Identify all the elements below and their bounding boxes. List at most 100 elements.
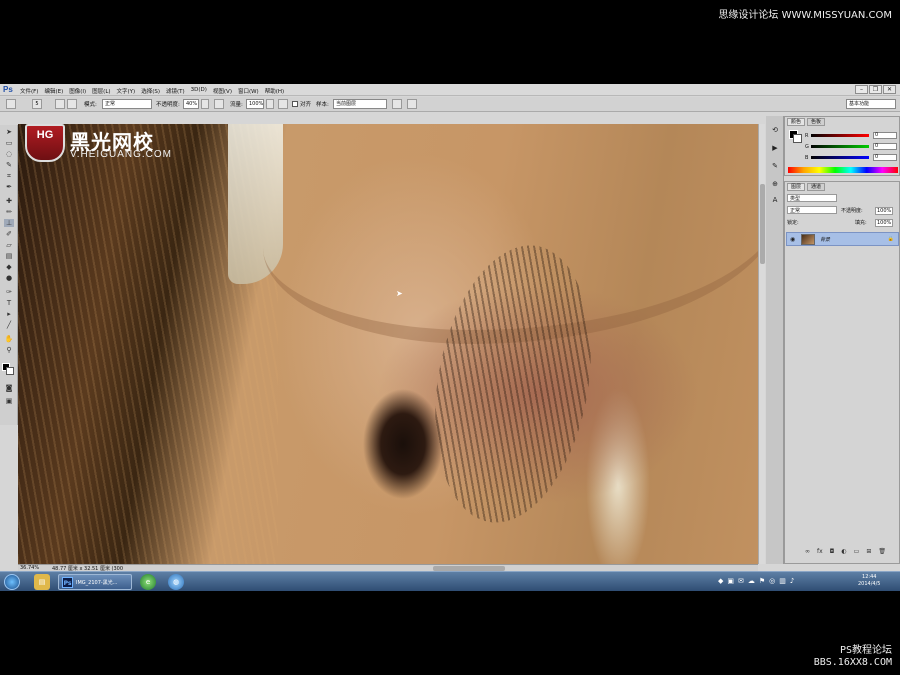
zoom-tool-icon[interactable]: ⚲ xyxy=(4,346,14,354)
opacity-input[interactable]: 40% xyxy=(183,99,199,109)
slider-b[interactable] xyxy=(811,156,869,159)
flow-dropdown-icon[interactable] xyxy=(266,99,274,109)
layer-name[interactable]: 背景 xyxy=(820,236,830,243)
layer-kind-filter[interactable]: 类型 xyxy=(787,194,837,202)
flow-input[interactable]: 100% xyxy=(246,99,264,109)
blur-tool-icon[interactable]: ◆ xyxy=(4,263,14,271)
browser-360-icon[interactable]: e xyxy=(140,574,156,590)
menu-view[interactable]: 视图(V) xyxy=(213,87,232,95)
menu-3d[interactable]: 3D(D) xyxy=(191,87,207,95)
value-r[interactable]: 0 xyxy=(873,132,897,139)
tab-swatches[interactable]: 色板 xyxy=(807,118,826,126)
background-color-swatch[interactable] xyxy=(6,367,14,375)
menu-help[interactable]: 帮助(H) xyxy=(265,87,284,95)
airbrush-icon[interactable] xyxy=(278,99,288,109)
close-button[interactable]: ✕ xyxy=(883,85,896,94)
link-icon[interactable]: ∞ xyxy=(805,548,810,555)
taskbar-photoshop[interactable]: Ps IMG_2107-黑光... xyxy=(58,574,132,590)
pen-tool-icon[interactable]: ✑ xyxy=(4,288,14,296)
fx-icon[interactable]: fx xyxy=(817,548,823,555)
lasso-tool-icon[interactable]: ◌ xyxy=(4,150,14,158)
panel-background-swatch[interactable] xyxy=(793,134,802,143)
tray-icon-6[interactable]: ◎ xyxy=(769,577,775,585)
fill-input[interactable]: 100% xyxy=(875,219,894,227)
history-panel-icon[interactable]: ⟲ xyxy=(770,126,780,136)
menu-layer[interactable]: 图层(L) xyxy=(92,87,110,95)
shape-tool-icon[interactable]: ╱ xyxy=(4,321,14,329)
tray-icon-5[interactable]: ⚑ xyxy=(759,577,765,585)
history-brush-tool-icon[interactable]: ✐ xyxy=(4,230,14,238)
brush-tool-icon[interactable]: ✏ xyxy=(4,208,14,216)
ie-icon[interactable]: ◍ xyxy=(168,574,184,590)
tray-icon-2[interactable]: ▣ xyxy=(727,577,734,585)
crop-tool-icon[interactable]: ⌗ xyxy=(4,172,14,180)
brush-panel-icon[interactable] xyxy=(55,99,65,109)
tab-layers[interactable]: 图层 xyxy=(787,183,806,191)
mask-icon[interactable]: ◘ xyxy=(830,548,835,555)
gradient-tool-icon[interactable]: ▤ xyxy=(4,252,14,260)
group-icon[interactable]: ▭ xyxy=(854,548,860,555)
blend-mode-select[interactable]: 正常 xyxy=(787,206,837,214)
workspace-select[interactable]: 基本功能 xyxy=(846,99,896,109)
explorer-icon[interactable]: ▤ xyxy=(34,574,50,590)
quick-mask-icon[interactable]: ◙ xyxy=(4,384,14,392)
menu-filter[interactable]: 滤镜(T) xyxy=(166,87,185,95)
clone-stamp-icon[interactable] xyxy=(6,99,16,109)
trash-icon[interactable]: 🗑 xyxy=(878,548,886,555)
eraser-tool-icon[interactable]: ▱ xyxy=(4,241,14,249)
pressure-opacity-icon[interactable] xyxy=(214,99,224,109)
value-g[interactable]: 0 xyxy=(873,143,897,150)
tool-presets-panel-icon[interactable]: A xyxy=(770,196,780,206)
slider-r[interactable] xyxy=(811,134,869,137)
clone-source-panel-icon[interactable]: ⊕ xyxy=(770,180,780,190)
hand-tool-icon[interactable]: ✋ xyxy=(4,335,14,343)
network-icon[interactable]: ▥ xyxy=(779,577,786,585)
tab-channels[interactable]: 通道 xyxy=(807,183,826,191)
marquee-tool-icon[interactable]: ▭ xyxy=(4,139,14,147)
ignore-adjustment-icon[interactable] xyxy=(392,99,402,109)
menu-type[interactable]: 文字(Y) xyxy=(117,87,136,95)
menu-file[interactable]: 文件(F) xyxy=(20,87,38,95)
minimize-button[interactable]: – xyxy=(855,85,868,94)
tray-icon-1[interactable]: ◆ xyxy=(718,577,723,585)
quick-select-tool-icon[interactable]: ✎ xyxy=(4,161,14,169)
mode-select[interactable]: 正常 xyxy=(102,99,152,109)
restore-button[interactable]: ❐ xyxy=(869,85,882,94)
tray-icon-4[interactable]: ☁ xyxy=(748,577,755,585)
eye-icon[interactable]: ◉ xyxy=(790,236,795,243)
menu-select[interactable]: 选择(S) xyxy=(141,87,160,95)
pressure-size-icon[interactable] xyxy=(407,99,417,109)
layer-row-background[interactable]: ◉ 背景 🔒 xyxy=(786,232,899,246)
path-select-tool-icon[interactable]: ▸ xyxy=(4,310,14,318)
volume-icon[interactable]: ♪ xyxy=(790,577,794,585)
document-canvas[interactable]: HG 黑光网校 V.HEIGUANG.COM ➤ xyxy=(18,124,758,564)
actions-panel-icon[interactable]: ▶ xyxy=(770,144,780,154)
screen-mode-icon[interactable]: ▣ xyxy=(4,397,14,405)
sample-select[interactable]: 当前图层 xyxy=(333,99,387,109)
value-b[interactable]: 0 xyxy=(873,154,897,161)
opacity-dropdown-icon[interactable] xyxy=(201,99,209,109)
menu-image[interactable]: 图像(I) xyxy=(69,87,86,95)
slider-g[interactable] xyxy=(811,145,869,148)
new-layer-icon[interactable]: ⊞ xyxy=(866,548,871,555)
adjustment-icon[interactable]: ◐ xyxy=(841,548,846,555)
clock[interactable]: 12:44 2014/4/5 xyxy=(858,574,880,588)
aligned-checkbox[interactable] xyxy=(292,101,298,107)
start-button[interactable] xyxy=(4,574,20,590)
menu-edit[interactable]: 编辑(E) xyxy=(44,87,63,95)
tray-icon-3[interactable]: ✉ xyxy=(738,577,744,585)
menu-window[interactable]: 窗口(W) xyxy=(238,87,259,95)
healing-tool-icon[interactable]: ✚ xyxy=(4,197,14,205)
dodge-tool-icon[interactable]: ● xyxy=(4,274,14,282)
type-tool-icon[interactable]: T xyxy=(4,299,14,307)
brush-size-picker[interactable]: 5 xyxy=(32,99,42,109)
layer-opacity-input[interactable]: 100% xyxy=(875,207,894,215)
eyedropper-tool-icon[interactable]: ✒ xyxy=(4,183,14,191)
brush-presets-panel-icon[interactable]: ✎ xyxy=(770,162,780,172)
color-spectrum-bar[interactable] xyxy=(788,167,898,173)
vertical-scrollbar[interactable] xyxy=(758,124,765,564)
tab-color[interactable]: 颜色 xyxy=(787,118,806,126)
clone-source-icon[interactable] xyxy=(67,99,77,109)
vertical-scroll-thumb[interactable] xyxy=(760,184,765,264)
move-tool-icon[interactable]: ➤ xyxy=(4,128,14,136)
